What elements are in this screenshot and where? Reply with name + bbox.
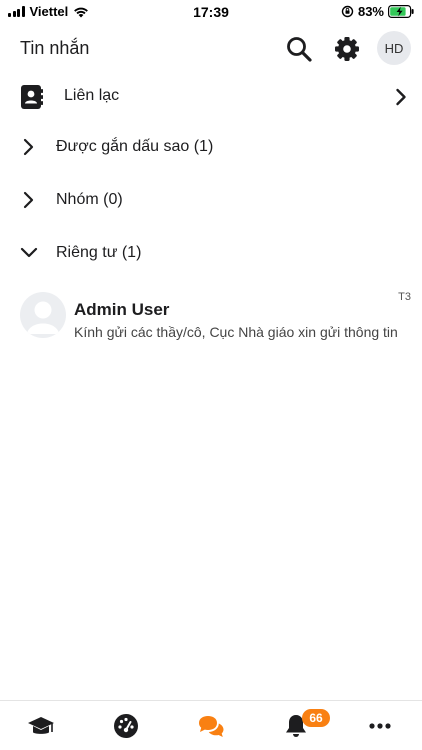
screen: Viettel 17:39 83% Tin nhắn HD Liên lạc Đ… — [0, 0, 422, 750]
notification-count-badge: 66 — [302, 709, 330, 727]
search-icon — [287, 37, 312, 62]
chevron-right-icon — [396, 88, 406, 106]
section-starred[interactable]: Được gắn dấu sao (1) — [0, 127, 422, 167]
chevron-right-icon — [23, 191, 34, 209]
avatar — [20, 292, 66, 338]
comments-icon — [199, 716, 224, 737]
bottom-nav — [0, 700, 422, 750]
nav-more[interactable] — [363, 711, 397, 741]
chevron-down-icon — [20, 247, 38, 258]
nav-dashboard[interactable] — [109, 711, 143, 741]
graduation-cap-icon — [28, 717, 54, 734]
section-label: Riêng tư (1) — [56, 244, 142, 261]
contacts-label: Liên lạc — [64, 87, 120, 104]
dashboard-gauge-icon — [114, 714, 138, 738]
section-label: Được gắn dấu sao (1) — [56, 138, 214, 155]
default-user-icon — [27, 301, 59, 334]
nav-messages[interactable] — [194, 711, 228, 741]
battery-charging-icon — [388, 5, 414, 18]
status-right: 83% — [341, 4, 414, 19]
settings-button[interactable] — [332, 34, 362, 64]
contacts-row[interactable]: Liên lạc — [0, 77, 422, 117]
nav-courses[interactable] — [24, 711, 58, 741]
section-private[interactable]: Riêng tư (1) — [0, 233, 422, 273]
section-groups[interactable]: Nhóm (0) — [0, 180, 422, 220]
more-horizontal-icon — [369, 723, 391, 729]
conversation-name: Admin User — [74, 300, 170, 319]
page-title: Tin nhắn — [20, 38, 90, 58]
conversation-time: T3 — [398, 291, 411, 303]
status-bar: Viettel 17:39 83% — [0, 0, 422, 24]
conversation-preview: Kính gửi các thầy/cô, Cục Nhà giáo xin g… — [74, 324, 398, 340]
address-book-icon — [21, 85, 43, 109]
battery-percent: 83% — [357, 4, 384, 19]
gear-icon — [335, 37, 359, 61]
user-avatar[interactable]: HD — [377, 31, 411, 65]
chevron-right-icon — [23, 138, 34, 156]
orientation-lock-icon — [341, 5, 354, 18]
search-button[interactable] — [284, 34, 314, 64]
conversation-item[interactable]: Admin User T3 Kính gửi các thầy/cô, Cục … — [0, 288, 422, 348]
section-label: Nhóm (0) — [56, 191, 123, 208]
app-header: Tin nhắn HD — [0, 28, 422, 70]
